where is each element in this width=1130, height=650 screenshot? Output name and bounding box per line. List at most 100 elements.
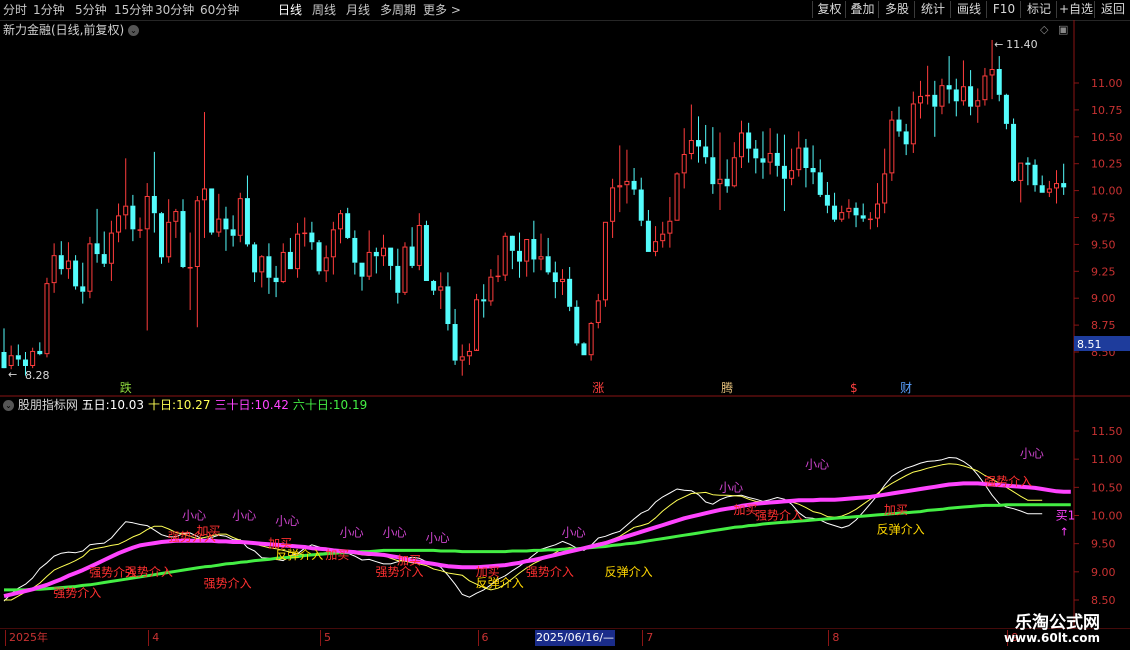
candle-8 (58, 241, 64, 275)
candle-58 (416, 213, 422, 271)
toolbar-button-5[interactable]: F10 (986, 1, 1021, 18)
event-marker-1[interactable]: 涨 (592, 380, 604, 395)
candle-40 (287, 237, 293, 270)
signal-label-21: 反弹介入 (605, 565, 653, 579)
ma-label-name: 六十日: (292, 398, 333, 412)
period-tab-7[interactable]: 周线 (312, 2, 336, 18)
candle-129 (925, 65, 931, 105)
toolbar-button-1[interactable]: 叠加 (845, 1, 879, 18)
candle-98 (703, 124, 709, 164)
candle-44 (316, 240, 322, 275)
signal-label-29: 小心 (1020, 446, 1044, 460)
toolbar-button-2[interactable]: 多股 (878, 1, 915, 18)
candle-127 (910, 91, 916, 153)
svg-text:10.00: 10.00 (1091, 510, 1123, 523)
candle-93 (667, 197, 673, 248)
candle-52 (373, 247, 379, 274)
candle-66 (474, 293, 480, 351)
current-price-tag: 8.51 (1074, 336, 1130, 351)
svg-text:11.00: 11.00 (1091, 77, 1123, 90)
period-tab-5[interactable]: 60分钟 (200, 2, 239, 18)
candle-26 (187, 232, 193, 311)
period-tab-2[interactable]: 5分钟 (75, 2, 107, 18)
candle-126 (903, 123, 909, 156)
candle-101 (724, 159, 730, 193)
signal-label-6: 小心 (182, 508, 206, 522)
candle-136 (975, 88, 981, 123)
candle-28 (201, 112, 207, 238)
event-marker-4[interactable]: 财 (900, 381, 912, 395)
candle-84 (602, 221, 608, 307)
svg-text:10.50: 10.50 (1091, 131, 1123, 144)
candle-133 (953, 78, 959, 117)
candle-86 (617, 145, 623, 213)
svg-text:9.50: 9.50 (1091, 538, 1116, 551)
event-marker-0[interactable]: 跌 (120, 380, 132, 395)
candle-57 (409, 227, 415, 269)
candle-4 (30, 347, 36, 369)
candle-125 (896, 106, 902, 137)
candle-102 (731, 142, 737, 188)
price-tick-2: 10.50 (1074, 131, 1123, 144)
candle-12 (87, 236, 93, 299)
toolbar-button-6[interactable]: 标记 (1020, 1, 1057, 18)
toolbar-button-4[interactable]: 画线 (950, 1, 987, 18)
toolbar-button-8[interactable]: 返回 (1094, 1, 1130, 18)
signal-label-19: 强势介入 (526, 565, 574, 579)
period-tab-3[interactable]: 15分钟 (114, 2, 153, 18)
date-label-0: 2025年 (5, 630, 48, 646)
toolbar-button-7[interactable]: +自选 (1056, 1, 1095, 18)
event-marker-3[interactable]: $ (850, 381, 858, 395)
candle-45 (323, 245, 329, 283)
candle-6 (44, 277, 50, 358)
candle-145 (1039, 175, 1045, 193)
candle-46 (330, 221, 336, 275)
period-tab-8[interactable]: 月线 (346, 2, 370, 18)
toolbar-button-0[interactable]: 复权 (812, 1, 846, 18)
price-tick-7: 9.25 (1074, 265, 1116, 278)
chevron-down-icon[interactable]: ⌄ (3, 400, 14, 411)
period-tab-6[interactable]: 日线 (278, 2, 302, 18)
period-tab-1[interactable]: 1分钟 (33, 2, 65, 18)
candle-142 (1018, 162, 1024, 203)
candle-83 (595, 293, 601, 329)
candle-85 (610, 178, 616, 238)
candle-54 (388, 247, 394, 280)
candle-92 (660, 221, 666, 248)
signal-label-7: 小心 (232, 508, 256, 522)
candle-105 (753, 140, 759, 174)
buy-arrow-icon: ↑ (1060, 525, 1069, 538)
candle-64 (459, 344, 465, 376)
indicator-tick-5: 9.00 (1074, 566, 1116, 579)
candle-114 (817, 159, 823, 198)
ma-label-1: 十日:10.27 (148, 398, 210, 412)
candle-56 (402, 242, 408, 295)
period-tab-9[interactable]: 多周期 (380, 2, 416, 18)
event-marker-2[interactable]: 腾 (721, 380, 733, 395)
candle-41 (295, 222, 301, 278)
candle-59 (423, 220, 429, 281)
candle-118 (846, 199, 852, 219)
candle-23 (166, 199, 172, 263)
kline-chart[interactable]: 11.00 10.75 10.50 10.25 10.00 9.75 9.50 9.25 9.0… (0, 20, 1130, 629)
period-tab-4[interactable]: 30分钟 (155, 2, 194, 18)
selected-date-box[interactable]: 2025/06/16/— (535, 630, 615, 646)
svg-text:8.51: 8.51 (1077, 338, 1102, 351)
candle-104 (746, 122, 752, 163)
period-tab-10[interactable]: 更多 > (423, 2, 461, 18)
toolbar-button-3[interactable]: 统计 (914, 1, 951, 18)
signal-label-25: 小心 (805, 458, 829, 472)
date-label-2: 5 (320, 630, 331, 646)
candle-69 (495, 255, 501, 283)
candle-132 (946, 56, 952, 104)
signal-label-23: 加买 (733, 503, 757, 517)
svg-text:9.00: 9.00 (1091, 566, 1116, 579)
period-tab-0[interactable]: 分时 (3, 2, 27, 18)
svg-text:10.75: 10.75 (1091, 104, 1123, 117)
candle-67 (481, 284, 487, 318)
candle-1 (8, 345, 14, 370)
candle-112 (803, 138, 809, 188)
watermark-name: 乐淘公式网 (1015, 613, 1100, 633)
candle-78 (559, 269, 565, 295)
candle-34 (244, 175, 250, 247)
